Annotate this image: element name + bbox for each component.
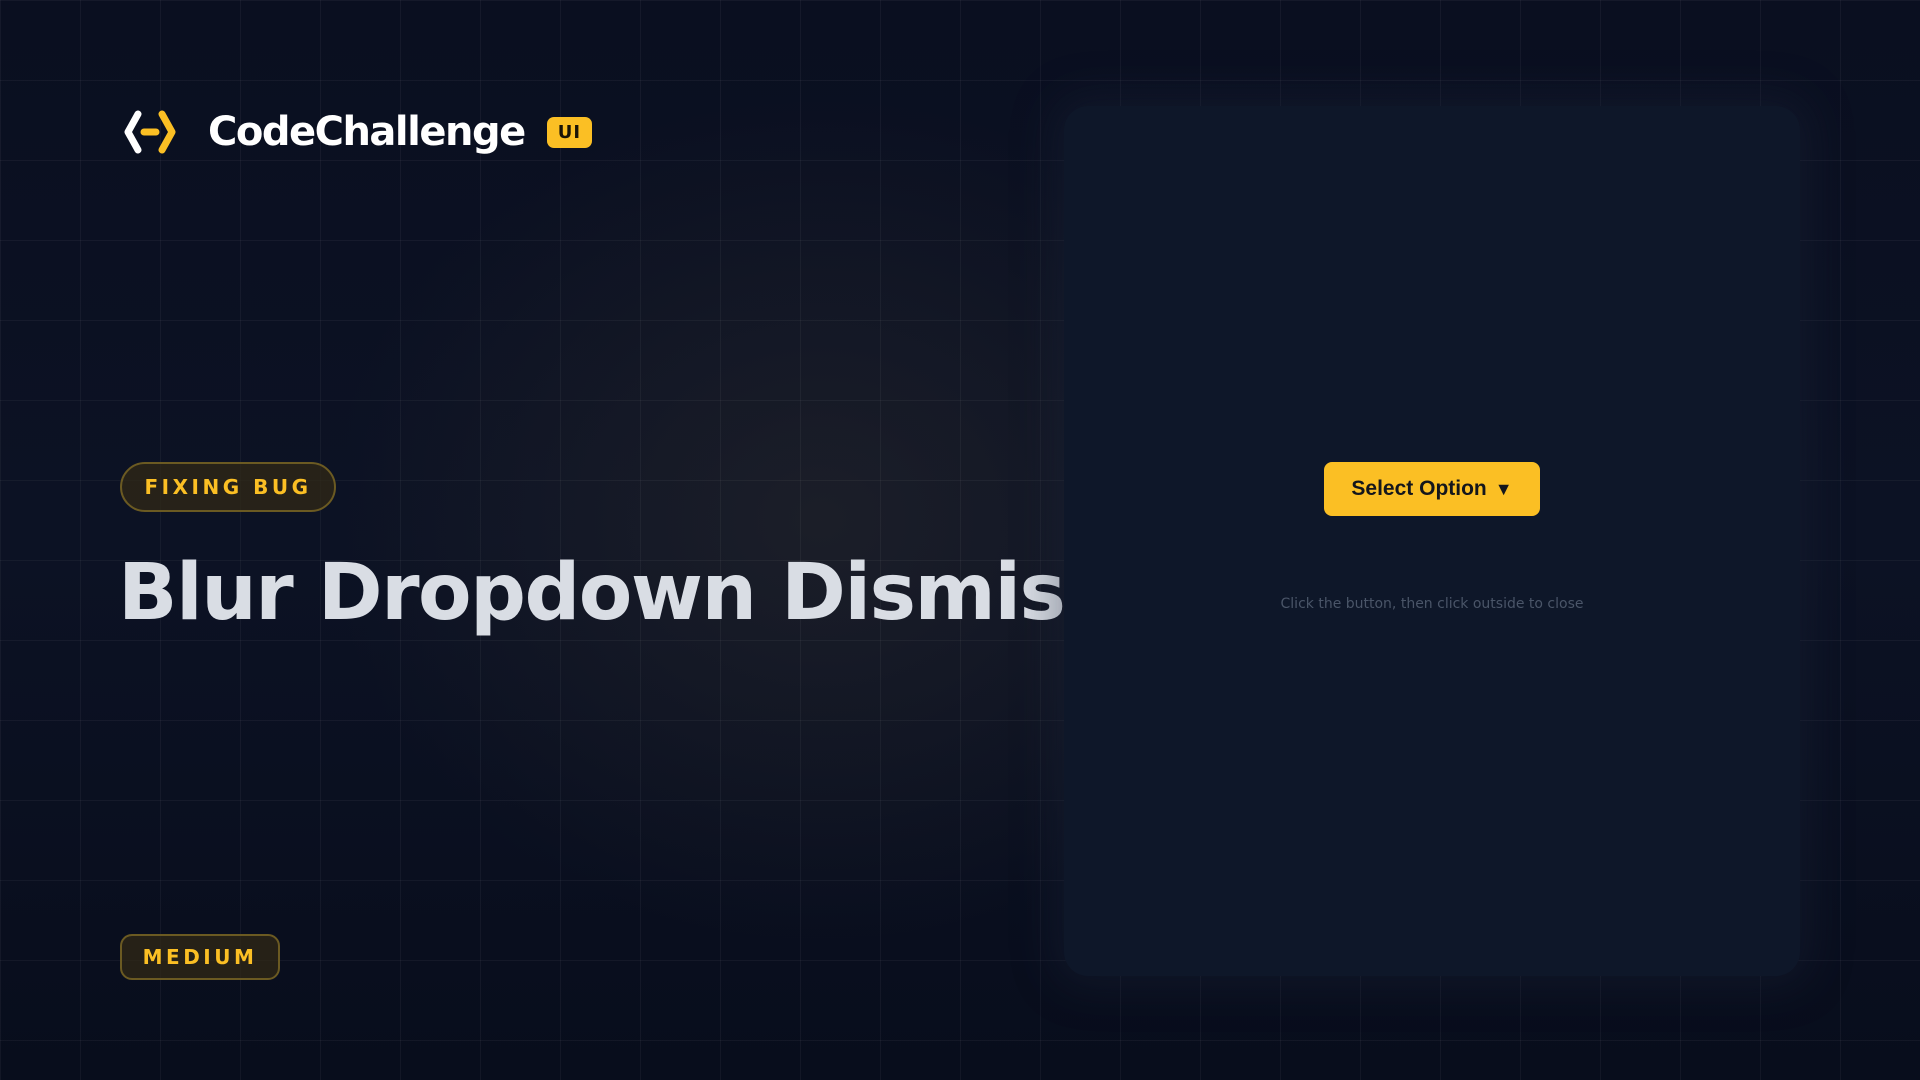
demo-panel: Select Option ▼ Click the button, then c… [1064, 106, 1800, 976]
chevron-down-icon: ▼ [1494, 478, 1513, 499]
brand-name: CodeChallenge [208, 109, 526, 155]
select-option-label: Select Option [1351, 477, 1487, 500]
challenge-title: Blur Dropdown Dismiss [118, 548, 1111, 638]
page-background: CodeChallenge UI FIXING BUG Blur Dropdow… [0, 0, 1920, 1080]
select-option-button[interactable]: Select Option ▼ [1324, 462, 1540, 516]
brand-badge: UI [546, 116, 593, 148]
brand-header: CodeChallenge UI [124, 108, 593, 156]
category-tag: FIXING BUG [120, 462, 336, 512]
code-brackets-icon [124, 110, 176, 154]
instruction-hint: Click the button, then click outside to … [1280, 596, 1584, 612]
difficulty-badge: MEDIUM [120, 934, 280, 980]
